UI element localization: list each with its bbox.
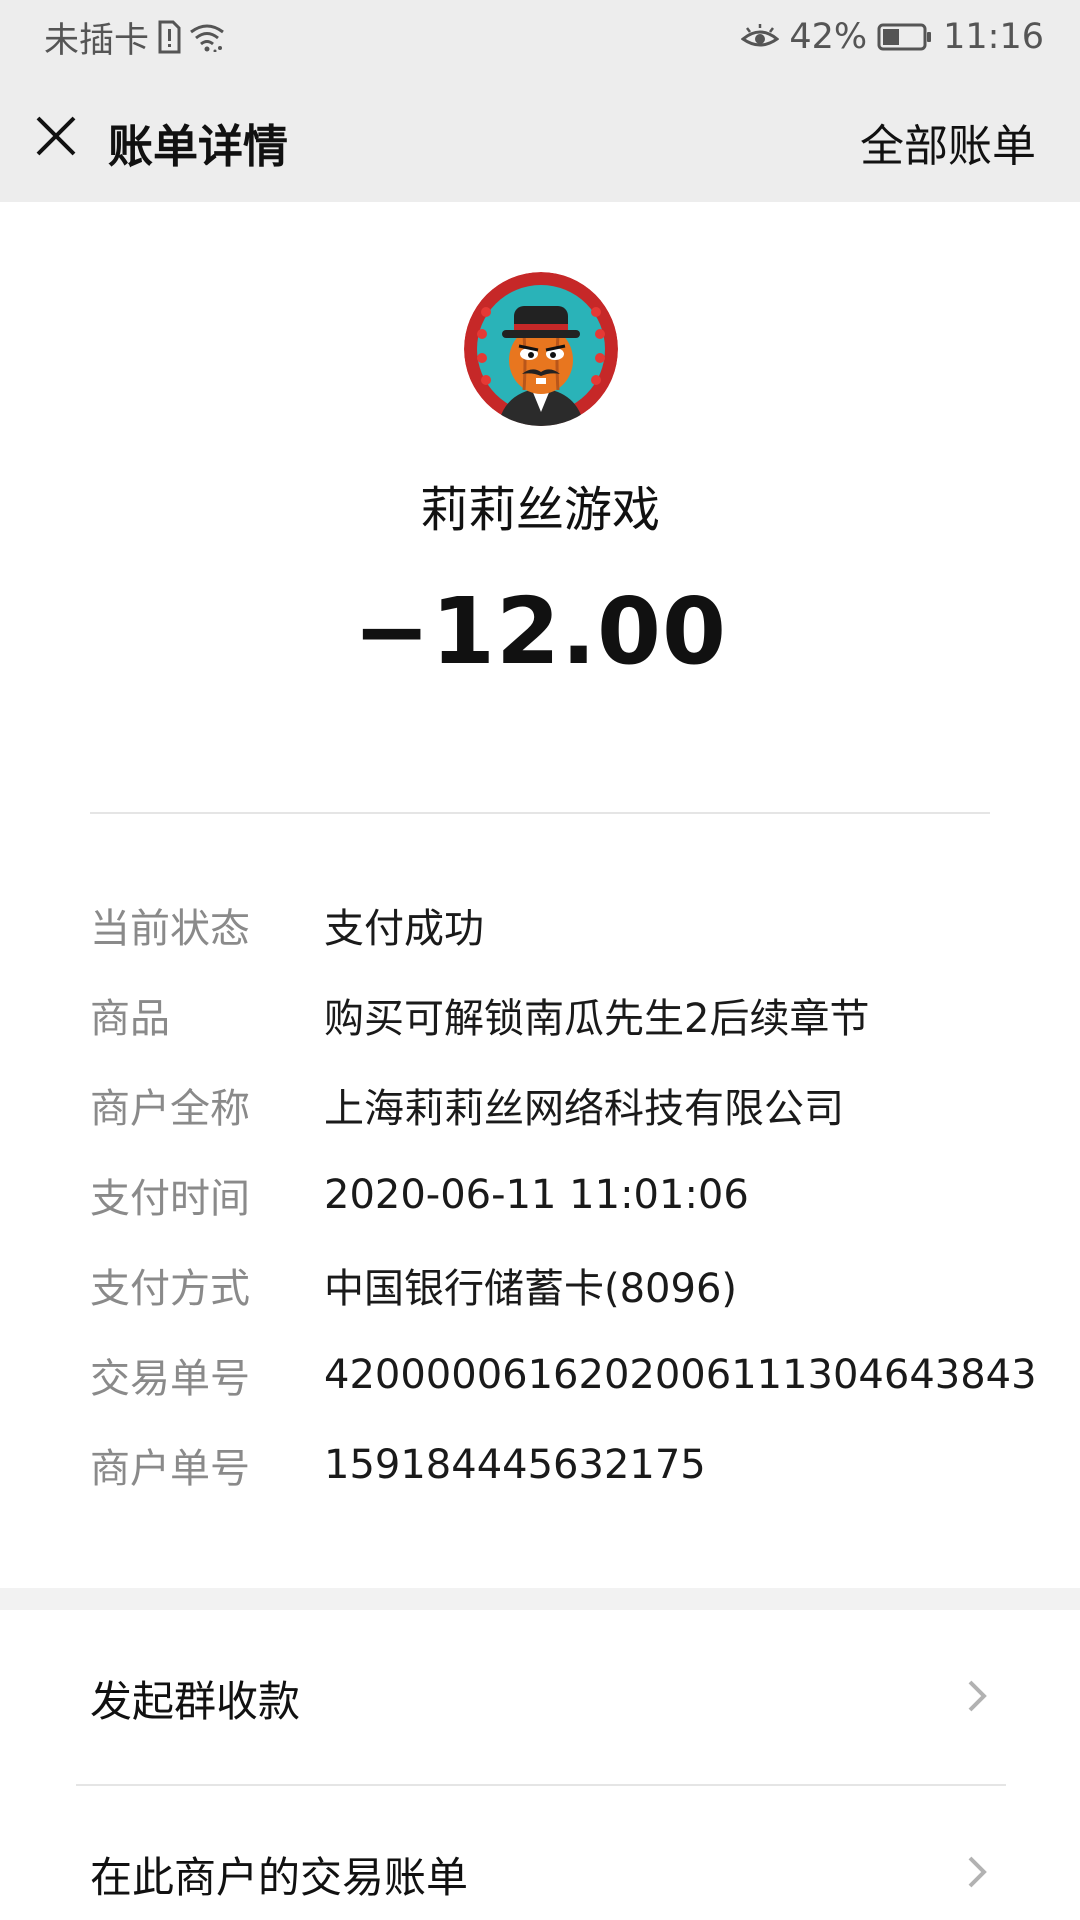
detail-value[interactable]: 4200000616202006111304643843 (324, 1352, 1037, 1398)
status-bar: 未插卡 42% 11:16 (0, 0, 1080, 74)
close-button[interactable] (28, 108, 84, 164)
detail-row-transaction-id: 交易单号 4200000616202006111304643843 (90, 1330, 1037, 1420)
detail-label: 交易单号 (90, 1356, 250, 1402)
chevron-right-icon (968, 1856, 987, 1888)
detail-value[interactable]: 159184445632175 (324, 1442, 706, 1488)
detail-label: 当前状态 (90, 906, 250, 952)
wifi-icon (189, 22, 225, 52)
group-collect-button[interactable]: 发起群收款 (0, 1610, 1080, 1780)
detail-row-merchant-order-id: 商户单号 159184445632175 (90, 1420, 1010, 1510)
action-label: 在此商户的交易账单 (90, 1853, 469, 1902)
section-separator (0, 1588, 1080, 1610)
page-title: 账单详情 (108, 120, 289, 173)
detail-label: 支付时间 (90, 1176, 250, 1222)
action-label: 发起群收款 (90, 1677, 301, 1726)
detail-label: 商户全称 (90, 1086, 250, 1132)
detail-value: 购买可解锁南瓜先生2后续章节 (324, 996, 870, 1042)
detail-value: 上海莉莉丝网络科技有限公司 (324, 1086, 844, 1132)
detail-value: 中国银行储蓄卡(8096) (324, 1266, 738, 1312)
carrier-text: 未插卡 (44, 20, 150, 61)
eye-comfort-icon (741, 23, 780, 51)
detail-label: 商户单号 (90, 1446, 250, 1492)
merchant-avatar (464, 272, 618, 426)
bill-details: 当前状态 支付成功 商品 购买可解锁南瓜先生2后续章节 商户全称 上海莉莉丝网络… (90, 880, 1037, 1510)
status-left: 未插卡 (44, 14, 225, 61)
sim-alert-icon (157, 20, 181, 54)
detail-value: 2020-06-11 11:01:06 (324, 1172, 749, 1218)
detail-label: 商品 (90, 996, 170, 1042)
detail-value: 支付成功 (324, 906, 484, 952)
detail-row-product: 商品 购买可解锁南瓜先生2后续章节 (90, 970, 1010, 1060)
detail-label: 支付方式 (90, 1266, 250, 1312)
battery-icon (877, 22, 933, 52)
detail-row-merchant-full-name: 商户全称 上海莉莉丝网络科技有限公司 (90, 1060, 1010, 1150)
merchant-name: 莉莉丝游戏 (419, 482, 660, 538)
chevron-right-icon (968, 1680, 987, 1712)
clock-time: 11:16 (943, 17, 1044, 57)
payment-amount: −12.00 (352, 578, 728, 685)
battery-percent: 42% (789, 17, 868, 57)
merchant-bills-button[interactable]: 在此商户的交易账单 (0, 1786, 1080, 1920)
detail-row-status: 当前状态 支付成功 (90, 880, 1010, 970)
detail-row-payment-method: 支付方式 中国银行储蓄卡(8096) (90, 1240, 1010, 1330)
detail-row-payment-time: 支付时间 2020-06-11 11:01:06 (90, 1150, 1010, 1240)
all-bills-link[interactable]: 全部账单 (860, 110, 1036, 174)
nav-bar: 账单详情 全部账单 (0, 74, 1080, 202)
close-icon (36, 116, 76, 156)
bill-detail-page: 未插卡 42% 11:16 账单详情 全部账单 莉莉丝游戏 −12.00 当前状… (0, 0, 1080, 1920)
divider (90, 812, 990, 814)
status-right: 42% 11:16 (741, 14, 1044, 60)
